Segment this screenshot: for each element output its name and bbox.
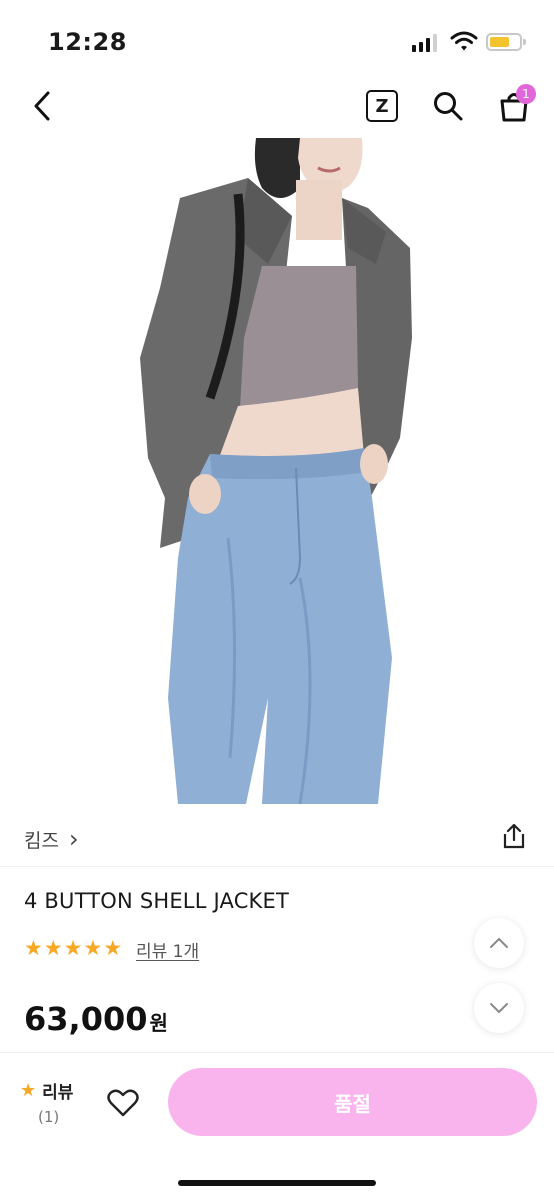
back-arrow-icon[interactable] — [24, 88, 60, 124]
review-count: (1) — [38, 1108, 60, 1126]
scroll-down-button[interactable] — [474, 983, 524, 1033]
product-image[interactable] — [0, 138, 554, 804]
chevron-up-icon — [490, 937, 508, 948]
brand-name: 킴즈 — [24, 830, 59, 852]
bottom-divider — [0, 1052, 554, 1053]
product-price: 63,000 원 — [24, 1000, 168, 1038]
review-link[interactable]: 리뷰 1개 — [136, 937, 199, 962]
soldout-button[interactable]: 품절 — [168, 1068, 537, 1136]
wifi-icon — [450, 30, 478, 56]
price-value: 63,000 — [24, 1000, 148, 1038]
chevron-right-icon: › — [68, 825, 79, 853]
scroll-up-button[interactable] — [474, 918, 524, 968]
product-title: 4 BUTTON SHELL JACKET — [24, 889, 290, 913]
z-icon[interactable]: Z — [366, 90, 398, 122]
status-time: 12:28 — [48, 28, 127, 56]
divider — [0, 866, 554, 867]
star-icon: ★ — [103, 936, 123, 960]
cart-count-badge: 1 — [516, 84, 536, 104]
signal-icon — [412, 34, 437, 52]
home-indicator — [178, 1180, 376, 1186]
price-currency: 원 — [149, 1011, 168, 1035]
star-icon: ★ — [83, 936, 103, 960]
star-icon: ★ — [24, 936, 43, 960]
chevron-down-icon — [490, 1003, 508, 1014]
search-icon[interactable] — [430, 88, 466, 124]
star-icon: ★ — [43, 936, 63, 960]
star-icon: ★ — [20, 1080, 37, 1101]
rating-stars: ★ ★ ★ ★ ★ — [24, 937, 122, 959]
heart-icon[interactable] — [104, 1084, 142, 1122]
share-icon[interactable] — [498, 820, 530, 852]
brand-link[interactable]: 킴즈 › — [24, 826, 79, 853]
review-tab-label: 리뷰 — [42, 1083, 74, 1103]
battery-icon — [486, 33, 526, 51]
review-tab[interactable]: ★ 리뷰 — [20, 1078, 73, 1103]
star-icon: ★ — [63, 936, 83, 960]
